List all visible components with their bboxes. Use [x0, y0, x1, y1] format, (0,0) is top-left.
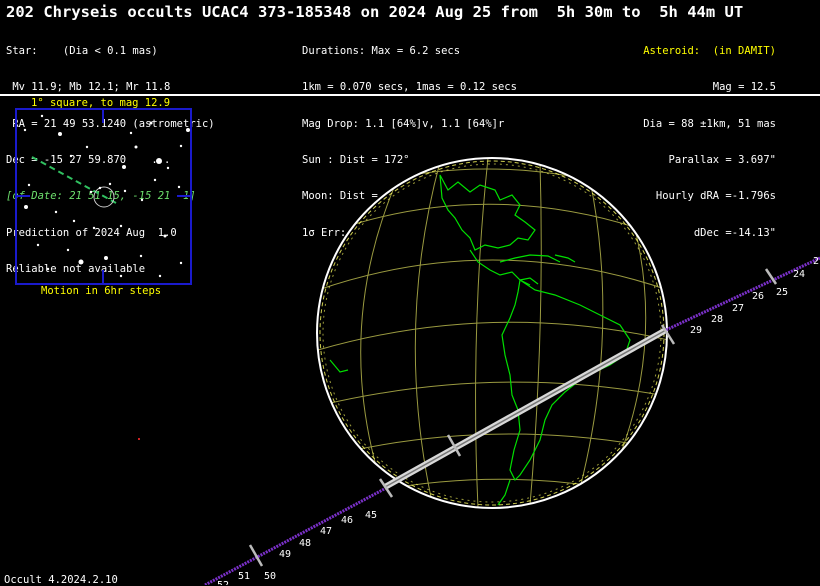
tick-label: 52 — [217, 580, 229, 585]
tick-label: 51 — [238, 571, 250, 582]
tick-label: 24 — [793, 269, 805, 280]
star-dot — [54, 210, 58, 214]
tick-label: 27 — [732, 303, 744, 314]
star-dot — [179, 144, 183, 148]
star-dot — [158, 274, 162, 278]
star-dot — [149, 121, 153, 125]
star-dot — [23, 128, 27, 132]
star-dot — [108, 182, 112, 186]
star-dot — [24, 205, 28, 209]
star-dot — [27, 183, 31, 187]
star-finder-chart — [15, 108, 192, 285]
occultation-map: 24 25 26 27 28 29 2 45 46 47 48 49 50 51… — [15, 108, 820, 585]
earth-globe — [316, 157, 668, 509]
star-dot — [139, 254, 143, 258]
star-dot — [163, 234, 167, 238]
tick-label: 45 — [365, 510, 377, 521]
star-dot — [129, 131, 133, 135]
track-time-marker — [248, 544, 264, 567]
star-dot — [78, 259, 84, 265]
asteroid-motion-track — [31, 156, 117, 204]
star-dot — [72, 219, 76, 223]
tick-label: 50 — [264, 571, 276, 582]
star-dot — [134, 145, 138, 149]
finder-stars — [23, 114, 190, 278]
star-dot — [36, 243, 40, 247]
star-dot — [153, 178, 157, 182]
star-dot — [177, 185, 181, 189]
star-dot — [92, 226, 96, 230]
star-dot — [119, 274, 123, 278]
star-dot — [104, 256, 108, 260]
star-dot — [186, 128, 190, 132]
star-dot — [98, 186, 102, 190]
star-dot — [89, 190, 93, 194]
tick-label: 28 — [711, 314, 723, 325]
globe-disc — [317, 158, 667, 508]
star-dot — [122, 165, 126, 169]
star-dot — [119, 224, 123, 228]
stray-marker — [138, 438, 140, 440]
star-dot — [123, 189, 127, 193]
tick-label: 29 — [690, 325, 702, 336]
star-dot — [140, 198, 144, 202]
star-dot — [46, 267, 50, 271]
tick-label-partial: 2 — [813, 256, 819, 267]
tick-label: 47 — [320, 526, 332, 537]
star-dot — [40, 114, 44, 118]
star-dot — [69, 154, 73, 158]
tick-label: 49 — [279, 549, 291, 560]
star-dot — [66, 248, 70, 252]
star-dot — [58, 132, 62, 136]
tick-label: 48 — [299, 538, 311, 549]
tick-label: 25 — [776, 287, 788, 298]
star-dot — [85, 145, 89, 149]
tick-label: 26 — [752, 291, 764, 302]
star-dot — [166, 166, 170, 170]
star-dot — [156, 158, 162, 164]
track-lower — [204, 485, 389, 585]
star-dot — [179, 261, 183, 265]
tick-label: 46 — [341, 515, 353, 526]
